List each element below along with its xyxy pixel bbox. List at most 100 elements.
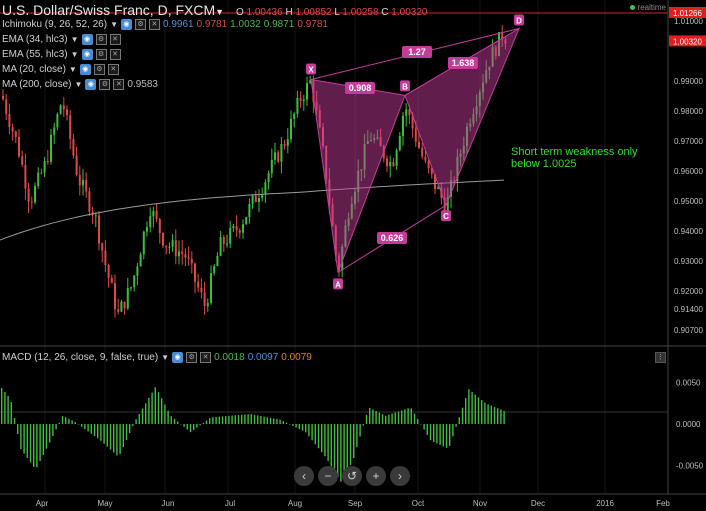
candle-body (46, 161, 49, 163)
macd-bar (266, 417, 268, 424)
candle-body (114, 283, 116, 310)
scroll-left-icon[interactable]: ‹ (294, 466, 314, 486)
macd-bar (359, 424, 361, 437)
macd-bar (71, 420, 73, 424)
chevron-down-icon[interactable]: ▼ (110, 20, 118, 29)
chevron-down-icon[interactable]: ▼ (161, 353, 169, 362)
macd-bar (132, 424, 134, 426)
symbol-title[interactable]: U.S. Dollar/Swiss Franc, D, FXCM (2, 2, 215, 18)
macd-bar (33, 424, 35, 467)
macd-bar (317, 424, 320, 449)
pattern-point-label: B (402, 82, 408, 91)
indicator-value: 0.9583 (127, 79, 158, 90)
eye-icon[interactable]: ◉ (120, 19, 132, 30)
price-tick-label: 0.96000 (674, 167, 703, 176)
macd-bar (327, 424, 329, 462)
macd-bar (436, 424, 438, 444)
candle-body (245, 217, 248, 225)
macd-bar (308, 424, 310, 437)
macd-bar (468, 389, 470, 424)
macd-bar (452, 424, 454, 437)
macd-bar (205, 420, 208, 424)
macd-bar (193, 424, 195, 431)
close-icon[interactable]: ✕ (200, 352, 212, 363)
indicator-label[interactable]: EMA (55, hlc3) (2, 49, 68, 60)
candle-body (24, 164, 27, 189)
macd-bar (417, 419, 419, 424)
chevron-down-icon[interactable]: ▼ (71, 35, 79, 44)
eye-icon[interactable]: ◉ (85, 79, 97, 90)
candle-body (254, 195, 257, 202)
close-icon[interactable]: ✕ (107, 64, 119, 75)
macd-bar (362, 424, 364, 426)
close-icon[interactable]: ✕ (109, 34, 121, 45)
macd-bar (289, 424, 291, 425)
settings-icon[interactable]: ⚙ (95, 34, 107, 45)
high-price-label: 1.01266 (673, 9, 702, 18)
macd-bar (503, 410, 505, 424)
eye-icon[interactable]: ◉ (172, 352, 184, 363)
settings-icon[interactable]: ⚙ (93, 64, 105, 75)
eye-icon[interactable]: ◉ (79, 64, 91, 75)
candle-body (219, 237, 222, 256)
settings-icon[interactable]: ⚙ (95, 49, 107, 60)
close-icon[interactable]: ✕ (148, 19, 160, 30)
close-icon[interactable]: ✕ (113, 79, 125, 90)
candle-body (264, 182, 267, 195)
zoom-out-icon[interactable]: − (318, 466, 338, 486)
reset-icon[interactable]: ↺ (342, 466, 362, 486)
eye-icon[interactable]: ◉ (81, 49, 93, 60)
macd-value: 0.0018 (214, 352, 245, 363)
price-chart[interactable]: X A B C D 1.27 0.908 1.638 0.626 1.01000 0.99000 0… (0, 0, 706, 511)
macd-label[interactable]: MACD (12, 26, close, 9, false, true) (2, 352, 158, 363)
close-icon[interactable]: ✕ (109, 49, 121, 60)
candle-body (190, 259, 193, 264)
settings-icon[interactable]: ⚙ (186, 352, 198, 363)
macd-bar (218, 416, 220, 424)
macd-bar (196, 424, 198, 428)
macd-bar (215, 416, 217, 424)
eye-icon[interactable]: ◉ (81, 34, 93, 45)
indicator-label[interactable]: MA (20, close) (2, 64, 66, 75)
zoom-in-icon[interactable]: + (366, 466, 386, 486)
time-tick-label: Sep (348, 499, 363, 508)
macd-bar (276, 419, 278, 424)
indicator-label[interactable]: EMA (34, hlc3) (2, 34, 68, 45)
candle-body (59, 105, 62, 115)
macd-bar (298, 424, 300, 430)
macd-bar (305, 424, 307, 433)
indicator-label[interactable]: Ichimoku (9, 26, 52, 26) (2, 19, 107, 30)
macd-bar (4, 391, 6, 424)
candle-body (120, 301, 123, 312)
macd-bar (65, 417, 67, 424)
candle-body (286, 139, 289, 146)
pattern-point-label: C (443, 212, 449, 221)
candle-body (213, 266, 216, 274)
macd-bar (113, 424, 115, 453)
macd-bar (449, 424, 451, 446)
candle-body (235, 225, 238, 231)
candle-body (149, 216, 152, 228)
price-axis: 1.01000 0.99000 0.98000 0.97000 0.96000 0.950… (674, 17, 703, 335)
candle-body (229, 227, 232, 244)
scroll-right-icon[interactable]: › (390, 466, 410, 486)
chevron-down-icon[interactable]: ▼ (71, 50, 79, 59)
ohlc-value: 1.00320 (391, 7, 428, 18)
chevron-down-icon[interactable]: ▼ (69, 65, 77, 74)
realtime-indicator: realtime (629, 3, 666, 12)
settings-icon[interactable]: ⚙ (134, 19, 146, 30)
macd-bar (26, 424, 28, 458)
price-tick-label: 0.98000 (674, 107, 703, 116)
symbol-dropdown-icon[interactable]: ▼ (215, 7, 224, 17)
settings-icon[interactable]: ⚙ (99, 79, 111, 90)
pattern-ratio-label: 0.908 (349, 83, 372, 93)
pane-menu-icon[interactable]: ⋮ (655, 352, 666, 363)
macd-bar (87, 424, 89, 432)
indicator-label[interactable]: MA (200, close) (2, 79, 71, 90)
price-tick-label: 0.99000 (674, 77, 703, 86)
candle-body (290, 118, 292, 140)
macd-bar (426, 424, 428, 435)
candle-body (171, 240, 174, 247)
macd-bar (231, 415, 233, 424)
chevron-down-icon[interactable]: ▼ (74, 80, 82, 89)
